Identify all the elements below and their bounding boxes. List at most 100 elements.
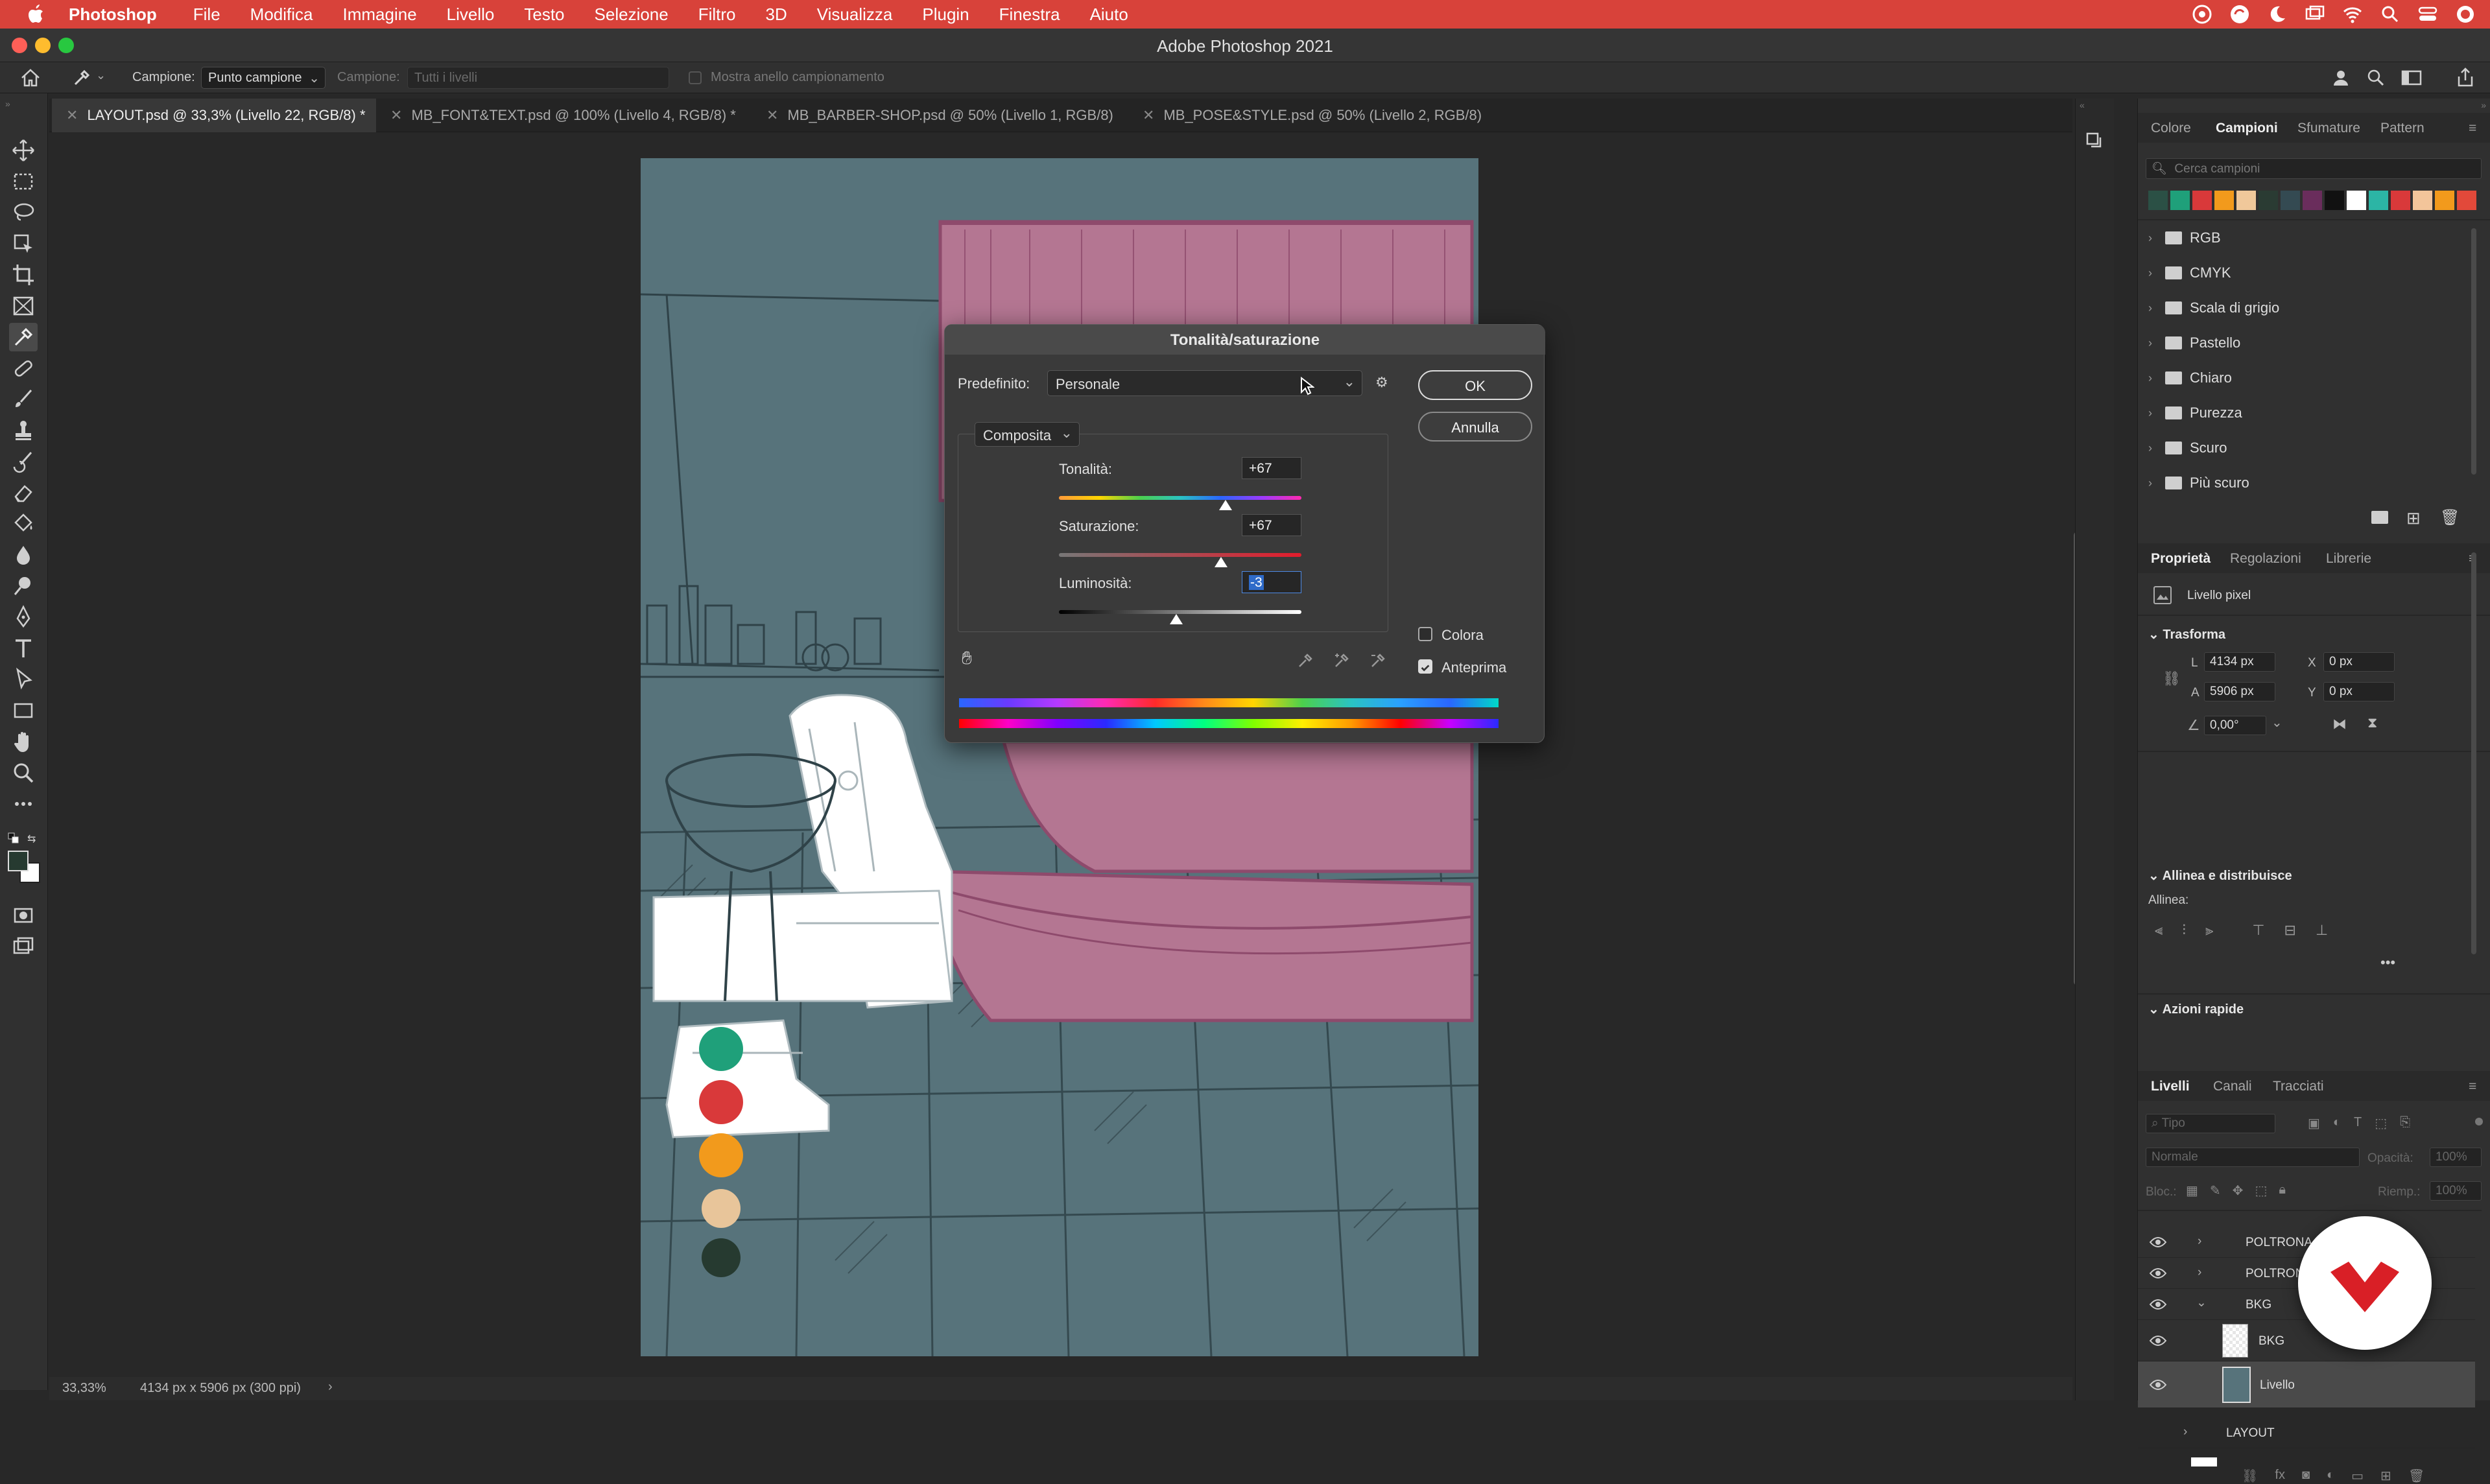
marquee-tool-icon[interactable] bbox=[9, 167, 38, 196]
close-tab-icon[interactable]: ✕ bbox=[390, 107, 402, 123]
chevron-right-icon[interactable]: › bbox=[2198, 1266, 2201, 1280]
home-icon[interactable] bbox=[19, 67, 42, 88]
share-icon[interactable] bbox=[2455, 66, 2476, 88]
tab-layers[interactable]: Livelli bbox=[2151, 1079, 2190, 1094]
rectangle-tool-icon[interactable] bbox=[9, 696, 38, 725]
more-options-icon[interactable]: ••• bbox=[2380, 954, 2395, 971]
targeted-adjustment-hand-icon[interactable]: ✋︎ bbox=[962, 648, 972, 669]
tab-font-text[interactable]: ✕ MB_FONT&TEXT.psd @ 100% (Livello 4, RGB… bbox=[376, 99, 752, 132]
layer-row-layout[interactable]: › LAYOUT bbox=[2138, 1417, 2475, 1448]
screen-mode-icon[interactable] bbox=[9, 932, 38, 961]
visibility-eye-icon[interactable] bbox=[2150, 1236, 2166, 1249]
chevron-right-icon[interactable]: › bbox=[2183, 1425, 2187, 1439]
swap-colors-icon[interactable]: ⇆ bbox=[27, 832, 36, 845]
sample-size-select[interactable]: Punto campione ⌄ bbox=[201, 67, 326, 89]
tab-pose-style[interactable]: ✕ MB_POSE&STYLE.psd @ 50% (Livello 2, RGB… bbox=[1128, 99, 1517, 132]
layer-filter-select[interactable]: ⌕ Tipo bbox=[2146, 1114, 2275, 1133]
clone-stamp-tool-icon[interactable] bbox=[9, 416, 38, 445]
eyedropper-minus-icon[interactable] bbox=[1369, 652, 1387, 670]
eyedropper-tool-icon[interactable] bbox=[71, 67, 92, 88]
close-tab-icon[interactable]: ✕ bbox=[1143, 107, 1154, 123]
swatch-chip[interactable] bbox=[2281, 191, 2300, 210]
ok-button[interactable]: OK bbox=[1418, 370, 1532, 400]
swatch-chip[interactable] bbox=[2391, 191, 2410, 210]
transform-section-header[interactable]: ⌄ Trasforma bbox=[2148, 626, 2225, 642]
link-icon[interactable]: ⛓︎ bbox=[2163, 670, 2181, 687]
menu-plugin[interactable]: Plugin bbox=[922, 5, 969, 25]
swatch-group-grayscale[interactable]: › Scala di grigio bbox=[2148, 300, 2279, 316]
lock-pixels-icon[interactable]: ✎ bbox=[2210, 1183, 2221, 1199]
fill-input[interactable]: 100% bbox=[2430, 1181, 2482, 1201]
close-tab-icon[interactable]: ✕ bbox=[66, 107, 78, 123]
align-section-header[interactable]: ⌄ Allinea e distribuisce bbox=[2148, 867, 2292, 884]
visibility-eye-icon[interactable] bbox=[2150, 1378, 2166, 1391]
link-layers-icon[interactable]: ⛓︎ bbox=[2242, 1468, 2258, 1484]
filter-shape-icon[interactable]: ⬚ bbox=[2375, 1115, 2387, 1131]
swatch-search-input[interactable]: 🔍︎ Cerca campioni bbox=[2146, 158, 2482, 179]
tool-preset-chevron-icon[interactable]: ⌄ bbox=[96, 69, 106, 82]
saturation-slider-track[interactable] bbox=[1059, 553, 1301, 557]
panel-menu-icon[interactable]: ≡ bbox=[2469, 1079, 2476, 1094]
foreground-color-swatch[interactable] bbox=[8, 851, 29, 871]
collapse-toolbar-icon[interactable]: » bbox=[5, 99, 10, 109]
swatch-group-cmyk[interactable]: › CMYK bbox=[2148, 265, 2231, 281]
brush-tool-icon[interactable] bbox=[9, 385, 38, 414]
new-group-icon[interactable] bbox=[2371, 511, 2391, 528]
control-center-icon[interactable] bbox=[2416, 3, 2439, 26]
quick-mask-icon[interactable] bbox=[9, 901, 38, 930]
menu-modifica[interactable]: Modifica bbox=[250, 5, 313, 25]
align-center-h-icon[interactable]: ⫶ bbox=[2182, 922, 2186, 939]
x-input[interactable]: 0 px bbox=[2323, 652, 2395, 672]
swatch-group-pure[interactable]: › Purezza bbox=[2148, 405, 2242, 421]
tab-adjustments[interactable]: Regolazioni bbox=[2230, 551, 2301, 567]
menu-aiuto[interactable]: Aiuto bbox=[1090, 5, 1128, 25]
delete-layer-icon[interactable]: 🗑︎ bbox=[2408, 1468, 2425, 1484]
lightness-slider-thumb[interactable] bbox=[1170, 614, 1183, 624]
apple-icon[interactable] bbox=[23, 1, 49, 27]
frame-tool-icon[interactable] bbox=[9, 292, 38, 320]
document-info[interactable]: 4134 px x 5906 px (300 ppi) bbox=[140, 1381, 301, 1396]
show-ring-checkbox[interactable] bbox=[689, 71, 702, 84]
eyedropper-tool-icon[interactable] bbox=[9, 323, 38, 351]
panel-menu-icon[interactable]: ≡ bbox=[2469, 121, 2476, 136]
swatch-chip[interactable] bbox=[2148, 191, 2168, 210]
menu-filtro[interactable]: Filtro bbox=[698, 5, 736, 25]
zoom-tool-icon[interactable] bbox=[9, 759, 38, 787]
user-icon[interactable] bbox=[2330, 67, 2351, 88]
lasso-tool-icon[interactable] bbox=[9, 198, 38, 227]
spotlight-search-icon[interactable] bbox=[2378, 3, 2402, 26]
hue-slider-track[interactable] bbox=[1059, 496, 1301, 500]
swatch-chip[interactable] bbox=[2413, 191, 2432, 210]
move-tool-icon[interactable] bbox=[9, 136, 38, 165]
saturation-input[interactable]: +67 bbox=[1242, 514, 1301, 536]
eyedropper-icon[interactable] bbox=[1296, 652, 1314, 670]
paint-bucket-tool-icon[interactable] bbox=[9, 510, 38, 538]
lock-position-icon[interactable]: ✥ bbox=[2233, 1183, 2244, 1199]
align-left-icon[interactable]: ⫷ bbox=[2155, 922, 2163, 939]
filter-type-icon[interactable]: T bbox=[2354, 1115, 2362, 1131]
menu-livello[interactable]: Livello bbox=[447, 5, 495, 25]
menu-file[interactable]: File bbox=[193, 5, 220, 25]
healing-brush-tool-icon[interactable] bbox=[9, 354, 38, 383]
swatch-chip[interactable] bbox=[2170, 191, 2190, 210]
swatch-chip[interactable] bbox=[2236, 191, 2256, 210]
type-tool-icon[interactable] bbox=[9, 634, 38, 663]
flip-horizontal-icon[interactable]: ⧓ bbox=[2332, 716, 2347, 733]
lock-all-icon[interactable]: 🔒︎ bbox=[2279, 1183, 2286, 1199]
close-tab-icon[interactable]: ✕ bbox=[766, 107, 778, 123]
new-layer-icon[interactable]: ⊞ bbox=[2380, 1468, 2391, 1484]
preset-select[interactable]: Personale ⌄ bbox=[1047, 370, 1362, 396]
search-icon[interactable] bbox=[2366, 67, 2386, 88]
menu-3d[interactable]: 3D bbox=[766, 5, 787, 25]
history-brush-tool-icon[interactable] bbox=[9, 447, 38, 476]
cancel-button[interactable]: Annulla bbox=[1418, 412, 1532, 442]
default-colors-icon[interactable] bbox=[8, 832, 19, 844]
collapse-icon[interactable]: « bbox=[2080, 100, 2085, 110]
more-tools-icon[interactable] bbox=[9, 790, 38, 818]
swatch-chip[interactable] bbox=[2435, 191, 2454, 210]
swatch-chip[interactable] bbox=[2369, 191, 2388, 210]
preset-options-gear-icon[interactable]: ⚙︎ bbox=[1375, 374, 1388, 391]
menu-testo[interactable]: Testo bbox=[524, 5, 564, 25]
swatch-group-darker[interactable]: › Più scuro bbox=[2148, 475, 2249, 491]
angle-input[interactable]: 0,00° bbox=[2204, 716, 2266, 735]
